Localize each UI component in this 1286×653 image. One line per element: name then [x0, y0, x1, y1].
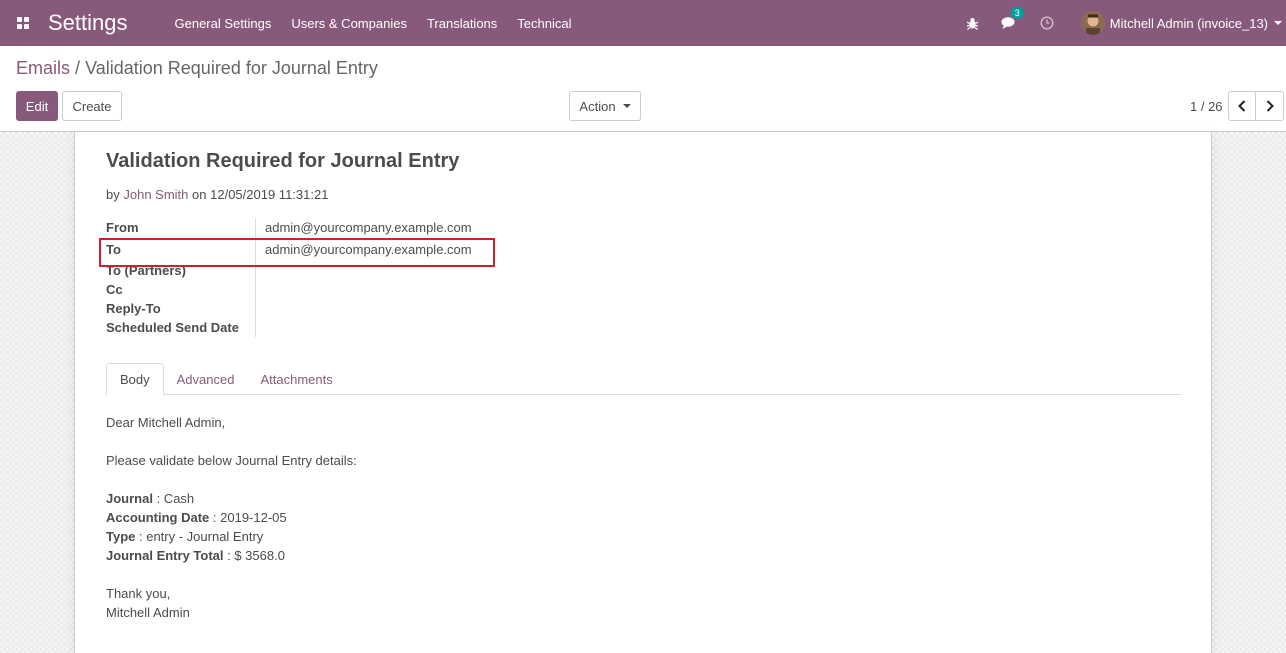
field-row-reply-to: Reply-To [106, 299, 506, 318]
accounting-date-label: Accounting Date [106, 510, 210, 525]
avatar[interactable] [1080, 11, 1105, 35]
to-field-highlight-box [99, 238, 495, 267]
journal-value: : Cash [152, 491, 195, 506]
form-view-background: Validation Required for Journal Entry by… [0, 132, 1286, 653]
breadcrumb-emails-link[interactable]: Emails [16, 58, 70, 78]
pager-previous-button[interactable] [1228, 91, 1256, 121]
control-panel: Emails / Validation Required for Journal… [0, 46, 1286, 132]
body-thanks: Thank you, [106, 586, 171, 601]
edit-button[interactable]: Edit [16, 91, 58, 121]
chat-icon[interactable]: 3 [999, 7, 1024, 33]
breadcrumb-current: Validation Required for Journal Entry [85, 58, 378, 78]
user-menu[interactable]: Mitchell Admin (invoice_13) [1110, 16, 1268, 31]
total-label: Journal Entry Total [106, 548, 224, 563]
bug-icon[interactable] [963, 13, 983, 33]
menu-technical[interactable]: Technical [517, 16, 571, 31]
apps-menu-icon[interactable] [0, 0, 46, 46]
body-signature: Mitchell Admin [106, 605, 190, 620]
body-intro: Please validate below Journal Entry deta… [106, 453, 357, 468]
body-total-line: Journal Entry Total : $ 3568.0 [106, 546, 357, 565]
chevron-right-icon [1266, 100, 1274, 112]
from-value: admin@yourcompany.example.com [265, 220, 472, 235]
author-link[interactable]: John Smith [123, 187, 188, 202]
email-fields: From admin@yourcompany.example.com To ad… [106, 218, 506, 337]
email-date: 12/05/2019 11:31:21 [210, 187, 329, 202]
cc-label: Cc [106, 280, 256, 299]
scheduled-send-date-label: Scheduled Send Date [106, 318, 256, 337]
pager-next-button[interactable] [1256, 91, 1284, 121]
chevron-down-icon[interactable] [1274, 21, 1282, 25]
tab-advanced[interactable]: Advanced [164, 363, 248, 395]
by-prefix: by [106, 187, 120, 202]
tab-attachments[interactable]: Attachments [247, 363, 345, 395]
action-dropdown-button[interactable]: Action [569, 91, 641, 121]
type-value: : entry - Journal Entry [135, 529, 264, 544]
field-row-scheduled: Scheduled Send Date [106, 318, 506, 337]
from-label: From [106, 218, 256, 237]
breadcrumb-separator: / [75, 58, 81, 78]
body-date-line: Accounting Date : 2019-12-05 [106, 508, 357, 527]
body-journal-line: Journal : Cash [106, 489, 357, 508]
accounting-date-value: : 2019-12-05 [209, 510, 287, 525]
email-body: Dear Mitchell Admin, Please validate bel… [106, 413, 357, 622]
form-sheet: Validation Required for Journal Entry by… [74, 132, 1212, 653]
menu-users-companies[interactable]: Users & Companies [291, 16, 407, 31]
menu-translations[interactable]: Translations [427, 16, 497, 31]
total-value: : $ 3568.0 [223, 548, 285, 563]
type-label: Type [106, 529, 136, 544]
caret-down-icon [622, 104, 631, 108]
email-subject-title: Validation Required for Journal Entry [106, 150, 460, 172]
reply-to-label: Reply-To [106, 299, 256, 318]
clock-icon[interactable] [1037, 13, 1057, 33]
tab-body[interactable]: Body [106, 363, 164, 396]
field-row-cc: Cc [106, 280, 506, 299]
email-byline: by John Smith on 12/05/2019 11:31:21 [106, 187, 328, 202]
menu-general-settings[interactable]: General Settings [175, 16, 272, 31]
body-greeting: Dear Mitchell Admin, [106, 415, 226, 430]
pager-value[interactable]: 1 / 26 [1190, 99, 1223, 114]
breadcrumb: Emails / Validation Required for Journal… [16, 58, 378, 79]
action-label: Action [579, 98, 616, 114]
on-prefix: on [192, 187, 207, 202]
app-brand[interactable]: Settings [48, 10, 128, 36]
create-button[interactable]: Create [62, 91, 122, 121]
chat-count-badge: 3 [1010, 7, 1024, 19]
chevron-left-icon [1238, 100, 1246, 112]
field-row-from: From admin@yourcompany.example.com [106, 218, 506, 237]
body-type-line: Type : entry - Journal Entry [106, 527, 357, 546]
journal-label: Journal [106, 491, 153, 506]
top-navbar: Settings General Settings Users & Compan… [0, 0, 1286, 46]
notebook-tabs: Body Advanced Attachments [106, 363, 1181, 396]
